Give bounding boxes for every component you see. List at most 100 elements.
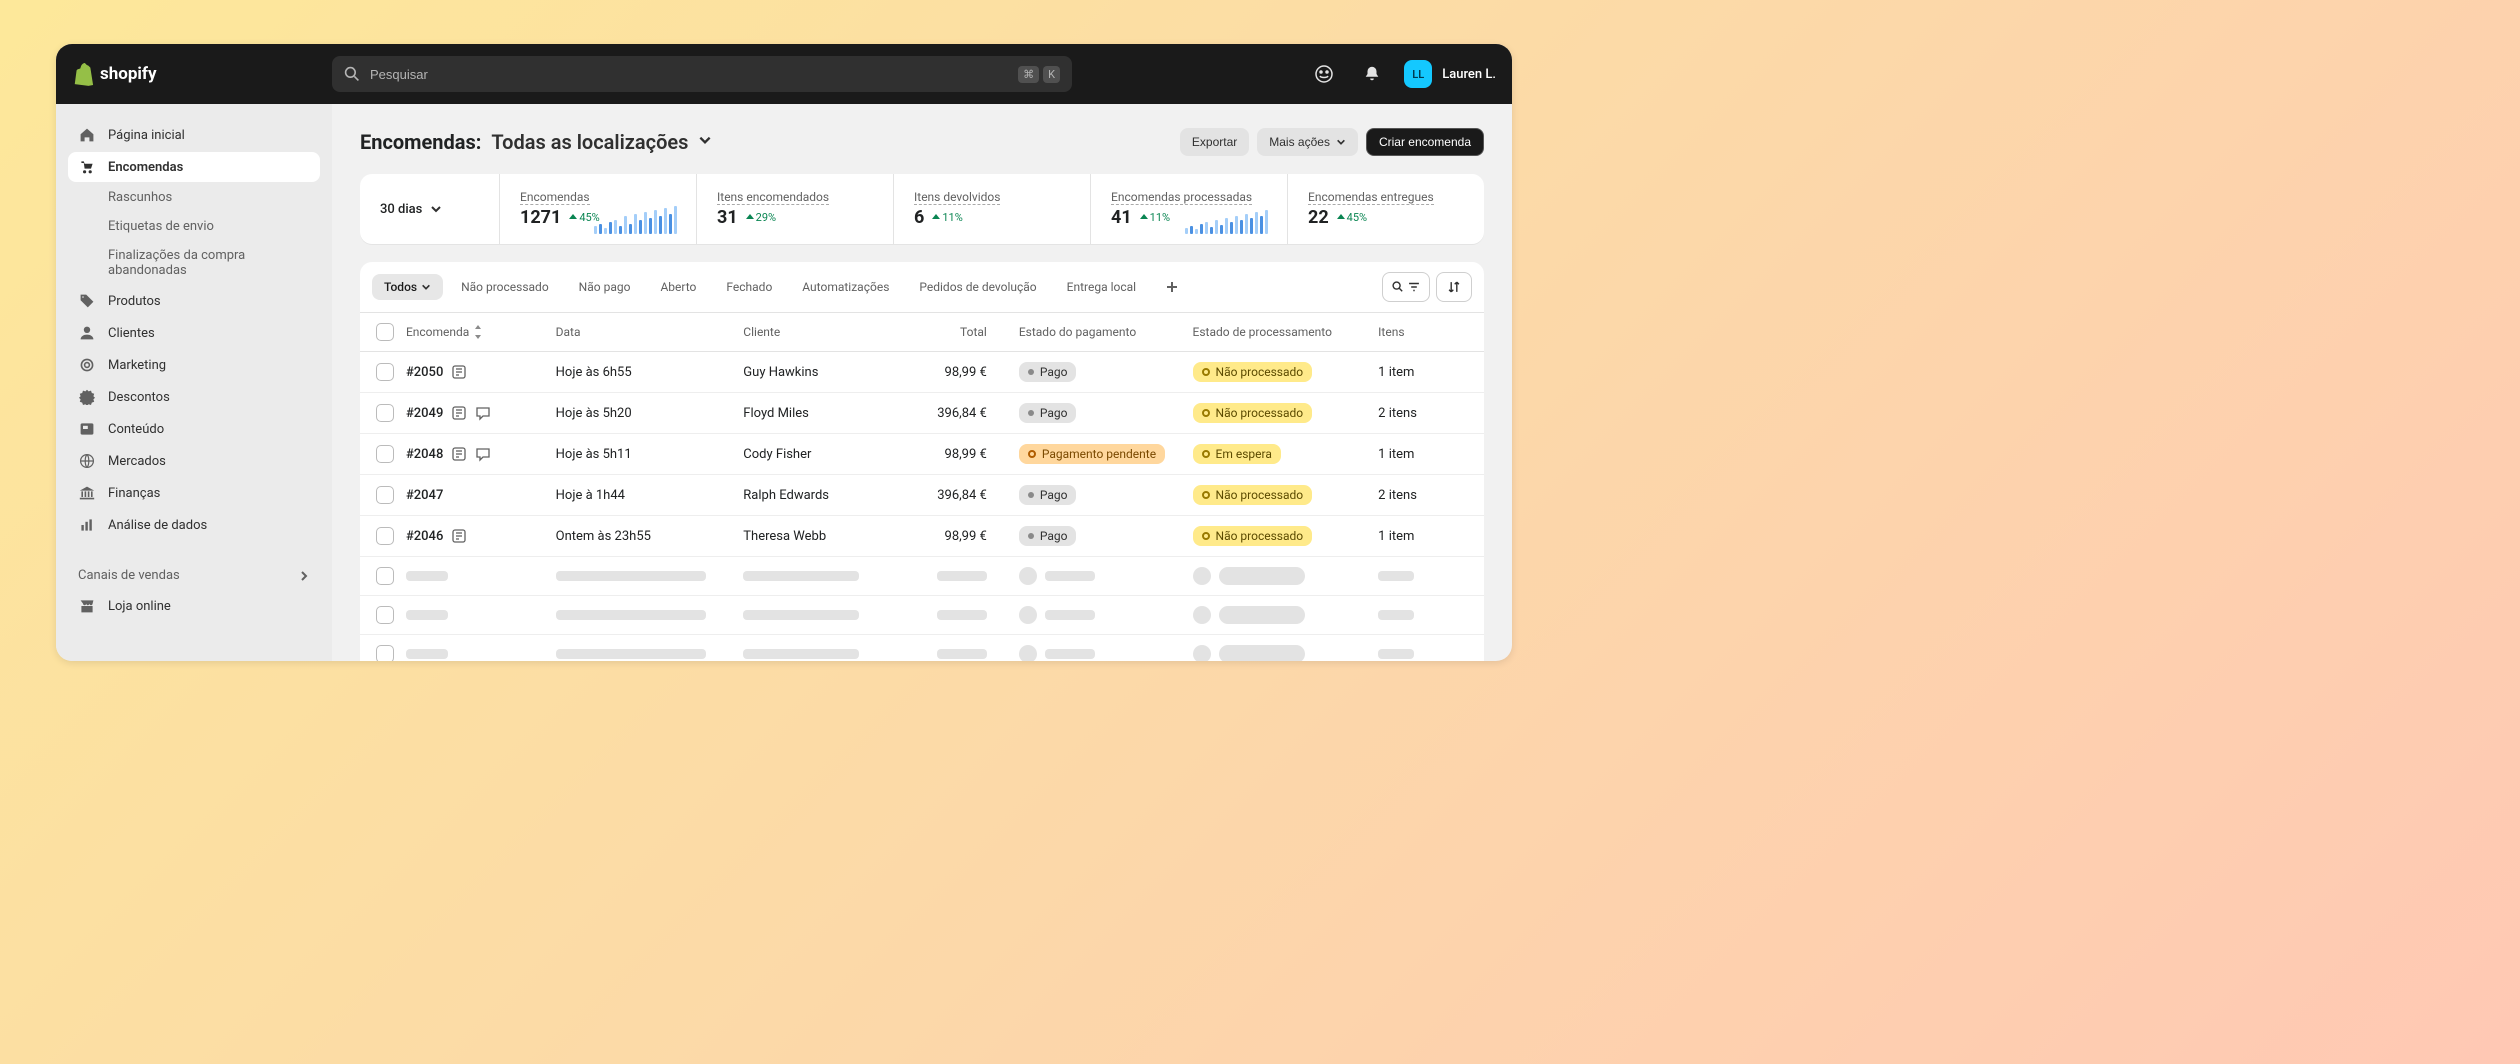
search-input[interactable] — [370, 67, 1008, 82]
metric-card[interactable]: Encomendas 1271 45% — [500, 174, 697, 244]
user-menu[interactable]: LL Lauren L. — [1404, 60, 1496, 88]
period-selector[interactable]: 30 dias — [360, 174, 500, 244]
col-total[interactable]: Total — [913, 325, 1003, 339]
tab-pedidos-de-devolução[interactable]: Pedidos de devolução — [907, 274, 1048, 300]
skeleton-row — [360, 596, 1484, 635]
metric-delta: 11% — [932, 211, 962, 224]
brand-logo[interactable]: shopify — [72, 62, 316, 86]
row-checkbox[interactable] — [376, 363, 394, 381]
sidebar-item-customers[interactable]: Clientes — [68, 318, 320, 348]
sidebar-item-orders[interactable]: Encomendas — [68, 152, 320, 182]
metric-card[interactable]: Encomendas processadas 41 11% — [1091, 174, 1288, 244]
sidebar-channels-header[interactable]: Canais de vendas — [68, 562, 320, 589]
sidebar-item-products[interactable]: Produtos — [68, 286, 320, 316]
brand-text: shopify — [100, 64, 157, 84]
chevron-down-icon — [698, 133, 712, 147]
table-tabs: TodosNão processadoNão pagoAbertoFechado… — [360, 262, 1484, 313]
sidebar-item-marketing[interactable]: Marketing — [68, 350, 320, 380]
status-dot-icon — [1202, 368, 1210, 376]
row-checkbox[interactable] — [376, 527, 394, 545]
tab-automatizações[interactable]: Automatizações — [790, 274, 901, 300]
comment-icon — [475, 446, 491, 462]
row-checkbox[interactable] — [376, 606, 394, 624]
row-checkbox[interactable] — [376, 486, 394, 504]
metric-card[interactable]: Encomendas entregues 22 45% — [1288, 174, 1484, 244]
col-items[interactable]: Itens — [1378, 325, 1468, 339]
location-selector[interactable] — [698, 133, 712, 151]
sort-button[interactable] — [1436, 272, 1472, 302]
status-dot-icon — [1028, 533, 1034, 539]
sidebar-item-analytics[interactable]: Análise de dados — [68, 510, 320, 540]
trend-up-icon — [932, 214, 940, 222]
table-row[interactable]: #2046 Ontem às 23h55 Theresa Webb 98,99 … — [360, 516, 1484, 557]
fulfillment-status: Não processado — [1193, 403, 1379, 423]
sidebar-item-markets[interactable]: Mercados — [68, 446, 320, 476]
row-checkbox[interactable] — [376, 645, 394, 661]
more-actions-button[interactable]: Mais ações — [1257, 128, 1358, 156]
order-customer: Floyd Miles — [743, 406, 913, 421]
sidebar-sub-labels[interactable]: Etiquetas de envio — [68, 213, 320, 240]
sidebar-item-home[interactable]: Página inicial — [68, 120, 320, 150]
sidebar-item-discounts[interactable]: Descontos — [68, 382, 320, 412]
tab-todos[interactable]: Todos — [372, 274, 443, 300]
chevron-down-icon — [421, 282, 431, 292]
metric-card[interactable]: Itens encomendados 31 29% — [697, 174, 894, 244]
sidebar-sub-drafts[interactable]: Rascunhos — [68, 184, 320, 211]
row-checkbox[interactable] — [376, 567, 394, 585]
search-filter-button[interactable] — [1382, 272, 1430, 302]
col-order[interactable]: Encomenda — [406, 325, 556, 339]
order-items: 2 itens — [1378, 488, 1468, 503]
select-all-checkbox[interactable] — [376, 323, 394, 341]
sidebar-item-content[interactable]: Conteúdo — [68, 414, 320, 444]
tab-entrega-local[interactable]: Entrega local — [1055, 274, 1148, 300]
fulfillment-status: Não processado — [1193, 362, 1379, 382]
order-customer: Guy Hawkins — [743, 365, 913, 380]
col-customer[interactable]: Cliente — [743, 325, 913, 339]
trend-up-icon — [746, 214, 754, 222]
status-dot-icon — [1028, 492, 1034, 498]
row-checkbox[interactable] — [376, 404, 394, 422]
tab-não-pago[interactable]: Não pago — [567, 274, 643, 300]
order-total: 98,99 € — [913, 529, 1003, 544]
sidebar-item-online-store[interactable]: Loja online — [68, 591, 320, 621]
create-order-button[interactable]: Criar encomenda — [1366, 128, 1484, 156]
notifications-icon[interactable] — [1356, 58, 1388, 90]
status-dot-icon — [1028, 369, 1034, 375]
fulfillment-status: Em espera — [1193, 444, 1379, 464]
order-date: Hoje à 1h44 — [556, 488, 744, 503]
table-row[interactable]: #2049 Hoje às 5h20 Floyd Miles 396,84 € … — [360, 393, 1484, 434]
tab-aberto[interactable]: Aberto — [648, 274, 708, 300]
skeleton-row — [360, 635, 1484, 661]
filter-icon — [1407, 280, 1421, 294]
trend-up-icon — [569, 214, 577, 222]
main-content: Encomendas: Todas as localizações Export… — [332, 104, 1512, 661]
metric-label: Itens encomendados — [717, 190, 829, 205]
metrics-bar: 30 dias Encomendas 1271 45% Itens encome… — [360, 174, 1484, 244]
add-tab-button[interactable] — [1154, 275, 1190, 299]
sparkline — [594, 202, 682, 234]
payment-status: Pagamento pendente — [1003, 444, 1193, 464]
avatar: LL — [1404, 60, 1432, 88]
order-id: #2049 — [406, 405, 556, 421]
apps-icon[interactable] — [1308, 58, 1340, 90]
col-fulfillment[interactable]: Estado de processamento — [1193, 325, 1379, 339]
sidebar-sub-abandoned[interactable]: Finalizações da compra abandonadas — [68, 242, 320, 284]
bank-icon — [78, 484, 96, 502]
order-date: Hoje às 5h11 — [556, 447, 744, 462]
col-payment[interactable]: Estado do pagamento — [1003, 325, 1193, 339]
col-date[interactable]: Data — [556, 325, 744, 339]
export-button[interactable]: Exportar — [1180, 128, 1249, 156]
table-row[interactable]: #2050 Hoje às 6h55 Guy Hawkins 98,99 € P… — [360, 352, 1484, 393]
search-bar[interactable]: ⌘ K — [332, 56, 1072, 92]
sort-indicator-icon — [473, 325, 483, 339]
order-items: 1 item — [1378, 529, 1468, 544]
metric-label: Encomendas — [520, 190, 590, 205]
status-dot-icon — [1202, 450, 1210, 458]
tab-fechado[interactable]: Fechado — [714, 274, 784, 300]
row-checkbox[interactable] — [376, 445, 394, 463]
metric-card[interactable]: Itens devolvidos 6 11% — [894, 174, 1091, 244]
tab-não-processado[interactable]: Não processado — [449, 274, 561, 300]
sidebar-item-finances[interactable]: Finanças — [68, 478, 320, 508]
table-row[interactable]: #2048 Hoje às 5h11 Cody Fisher 98,99 € P… — [360, 434, 1484, 475]
table-row[interactable]: #2047 Hoje à 1h44 Ralph Edwards 396,84 €… — [360, 475, 1484, 516]
